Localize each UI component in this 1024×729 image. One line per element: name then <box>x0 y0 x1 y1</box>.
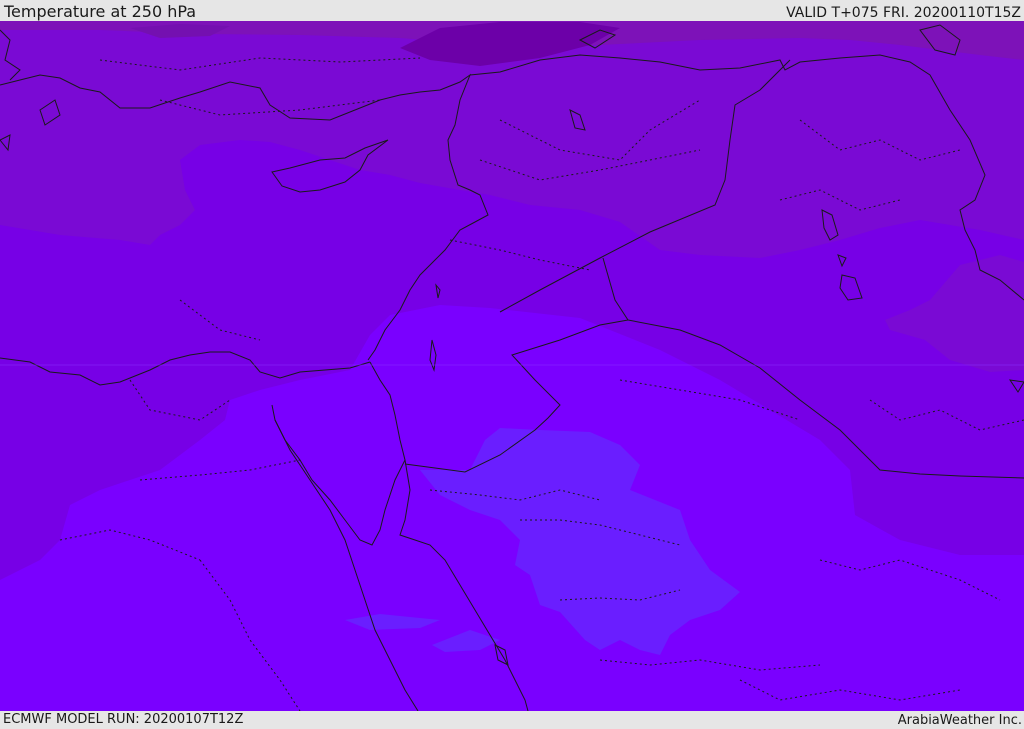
bottom-bar: ECMWF MODEL RUN: 20200107T12Z ArabiaWeat… <box>0 711 1024 729</box>
top-bar: Temperature at 250 hPa VALID T+075 FRI. … <box>0 0 1024 21</box>
map-canvas <box>0 21 1024 711</box>
weather-map[interactable] <box>0 21 1024 711</box>
map-title: Temperature at 250 hPa <box>4 2 197 21</box>
valid-time: VALID T+075 FRI. 20200110T15Z <box>786 5 1021 21</box>
model-run: ECMWF MODEL RUN: 20200107T12Z <box>3 712 244 727</box>
brand-credit: ArabiaWeather Inc. <box>897 713 1022 728</box>
